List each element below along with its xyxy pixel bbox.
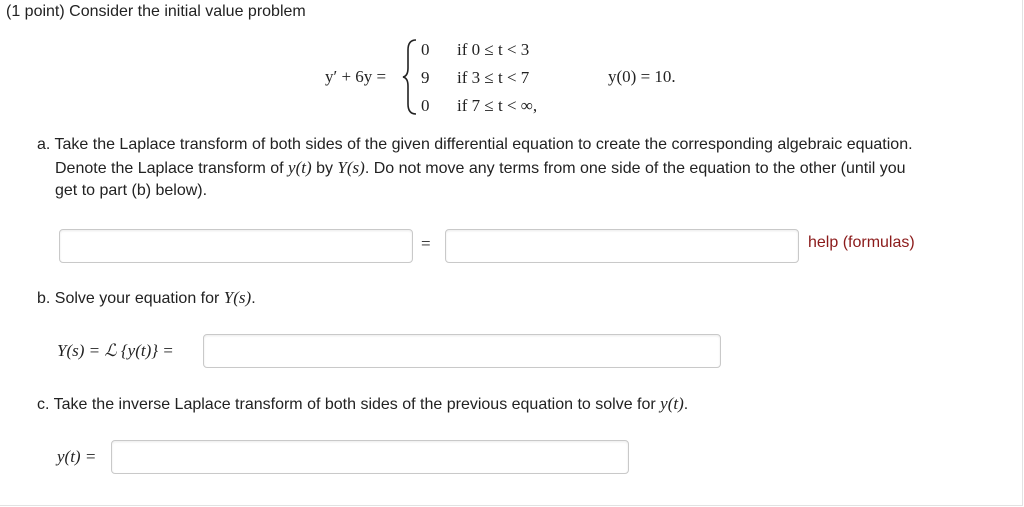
part-c-label: y(t) = (57, 447, 97, 466)
part-c-prompt-pre: c. Take the inverse Laplace transform of… (37, 396, 661, 413)
problem-intro: Consider the initial value problem (69, 3, 306, 20)
part-a-line-2-mid: by (311, 160, 338, 177)
part-b-prompt-pre: b. Solve your equation for (37, 290, 224, 307)
part-a-line-2: Denote the Laplace transform of y(t) by … (55, 158, 906, 179)
part-b-Y-of-s: Y(s) (223, 288, 252, 307)
initial-condition: y(0) = 10. (608, 67, 676, 86)
part-b-prompt: b. Solve your equation for Y(s). (37, 288, 256, 309)
case-condition-3: if 7 ≤ t < ∞, (457, 96, 538, 115)
part-a-y-of-t: y(t) (288, 158, 312, 177)
case-condition-2: if 3 ≤ t < 7 (457, 68, 530, 87)
laplace-rhs-input[interactable] (445, 229, 799, 263)
left-brace-icon (402, 39, 417, 115)
part-a-line-1: a. Take the Laplace transform of both si… (37, 136, 913, 153)
part-b-label: Y(s) = ℒ {y(t)} = (57, 341, 174, 360)
part-c-y-of-t: y(t) (660, 394, 684, 413)
case-value-2: 9 (421, 68, 430, 87)
laplace-lhs-input[interactable] (59, 229, 413, 263)
part-b-prompt-post: . (251, 290, 256, 307)
part-a-line-2-post: . Do not move any terms from one side of… (364, 160, 906, 177)
equation-lhs: y′ + 6y = (325, 67, 387, 86)
part-c-prompt-post: . (683, 396, 689, 413)
part-c-prompt: c. Take the inverse Laplace transform of… (37, 394, 688, 415)
part-a-line-2-pre: Denote the Laplace transform of (55, 160, 289, 177)
problem-header: (1 point) Consider the initial value pro… (6, 2, 306, 22)
part-a-Y-of-s: Y(s) (337, 158, 365, 177)
Y-of-s-input[interactable] (203, 334, 721, 368)
case-condition-1: if 0 ≤ t < 3 (457, 40, 530, 59)
case-value-1: 0 (421, 40, 430, 59)
part-a-line-3: get to part (b) below). (55, 182, 208, 199)
points-label: (1 point) (6, 3, 65, 20)
equals-sign: = (421, 234, 431, 253)
y-of-t-input[interactable] (111, 440, 629, 474)
case-value-3: 0 (421, 96, 430, 115)
help-formulas-link[interactable]: help (formulas) (808, 233, 915, 253)
